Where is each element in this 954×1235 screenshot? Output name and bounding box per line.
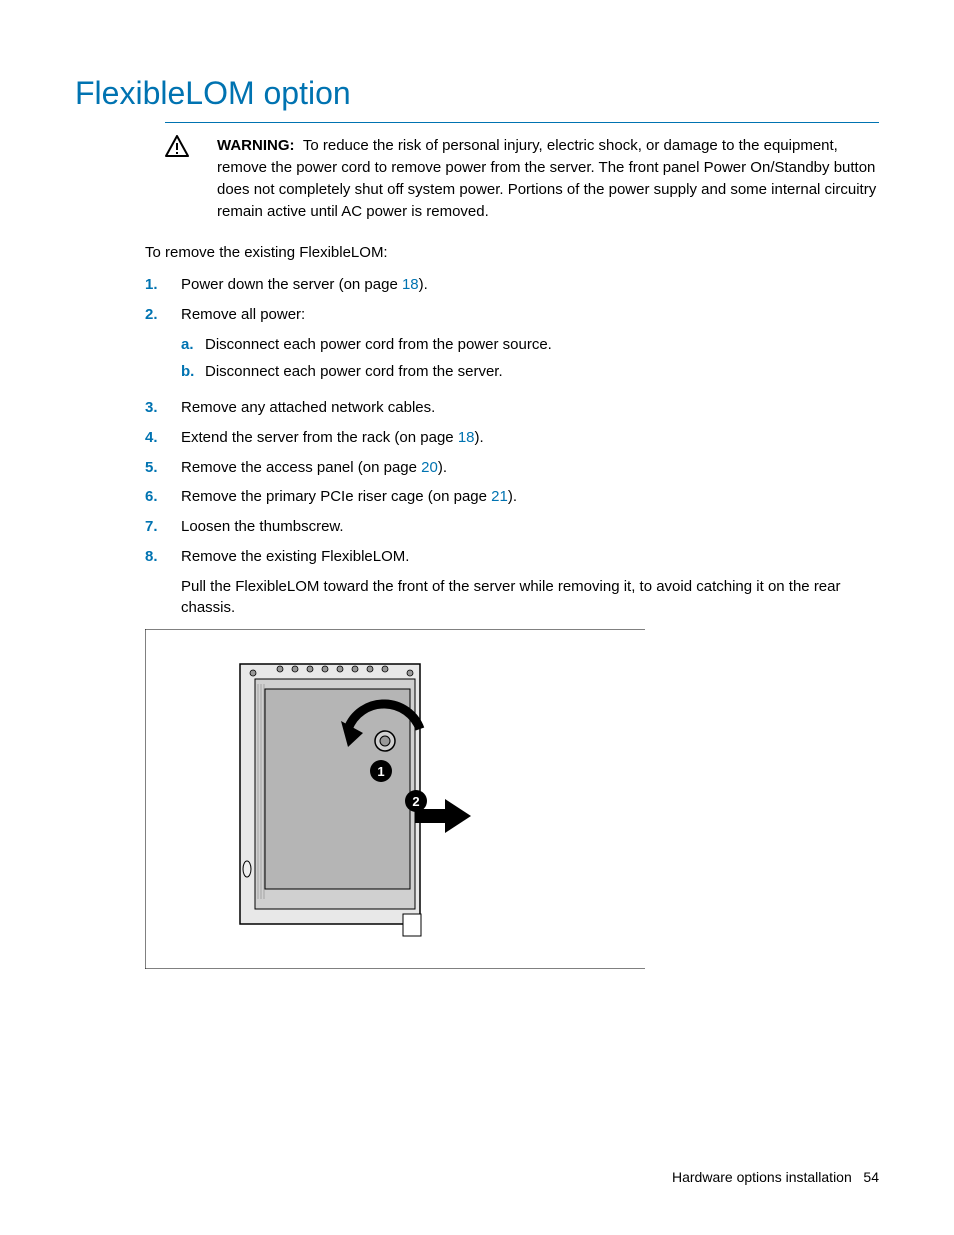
step-text: Remove all power: a. Disconnect each pow…	[181, 304, 879, 389]
step-text: Remove the primary PCIe riser cage (on p…	[181, 486, 879, 508]
diagram: 1 2	[145, 629, 879, 976]
substep-number: b.	[181, 361, 205, 383]
warning-block: WARNING: To reduce the risk of personal …	[165, 135, 879, 222]
step-text: Power down the server (on page 18).	[181, 274, 879, 296]
step-4: 4. Extend the server from the rack (on p…	[145, 427, 879, 449]
step-number: 3.	[145, 397, 181, 419]
step-5: 5. Remove the access panel (on page 20).	[145, 457, 879, 479]
step-7: 7. Loosen the thumbscrew.	[145, 516, 879, 538]
step-number: 5.	[145, 457, 181, 479]
step-number: 8.	[145, 546, 181, 568]
heading-rule	[165, 122, 879, 123]
substep-number: a.	[181, 334, 205, 356]
step-number: 1.	[145, 274, 181, 296]
step-8: 8. Remove the existing FlexibleLOM. Pull…	[145, 546, 879, 619]
substep-text: Disconnect each power cord from the powe…	[205, 334, 552, 356]
substep-text: Disconnect each power cord from the serv…	[205, 361, 503, 383]
page-link[interactable]: 20	[421, 459, 438, 476]
footer-page-number: 54	[863, 1169, 879, 1185]
step-6: 6. Remove the primary PCIe riser cage (o…	[145, 486, 879, 508]
page-link[interactable]: 18	[402, 276, 419, 293]
substeps-list: a. Disconnect each power cord from the p…	[181, 334, 879, 384]
intro-text: To remove the existing FlexibleLOM:	[145, 242, 879, 264]
warning-label: WARNING:	[217, 137, 295, 154]
step-text: Remove any attached network cables.	[181, 397, 879, 419]
steps-list: 1. Power down the server (on page 18). 2…	[145, 274, 879, 619]
warning-text: WARNING: To reduce the risk of personal …	[217, 135, 879, 222]
step-3: 3. Remove any attached network cables.	[145, 397, 879, 419]
step-continuation: Pull the FlexibleLOM toward the front of…	[181, 576, 879, 620]
warning-icon	[165, 135, 189, 164]
page-footer: Hardware options installation 54	[672, 1167, 879, 1187]
substep-a: a. Disconnect each power cord from the p…	[181, 334, 879, 356]
step-text: Extend the server from the rack (on page…	[181, 427, 879, 449]
step-text: Remove the access panel (on page 20).	[181, 457, 879, 479]
page-heading: FlexibleLOM option	[75, 70, 879, 116]
warning-body: To reduce the risk of personal injury, e…	[217, 137, 876, 219]
step-text: Remove the existing FlexibleLOM. Pull th…	[181, 546, 879, 619]
step-number: 2.	[145, 304, 181, 326]
step-1: 1. Power down the server (on page 18).	[145, 274, 879, 296]
step-number: 6.	[145, 486, 181, 508]
step-number: 7.	[145, 516, 181, 538]
step-number: 4.	[145, 427, 181, 449]
page-link[interactable]: 18	[458, 429, 475, 446]
svg-text:2: 2	[412, 794, 419, 809]
step-2: 2. Remove all power: a. Disconnect each …	[145, 304, 879, 389]
step-text: Loosen the thumbscrew.	[181, 516, 879, 538]
page-link[interactable]: 21	[491, 488, 508, 505]
footer-section: Hardware options installation	[672, 1169, 852, 1185]
svg-text:1: 1	[377, 764, 384, 779]
substep-b: b. Disconnect each power cord from the s…	[181, 361, 879, 383]
